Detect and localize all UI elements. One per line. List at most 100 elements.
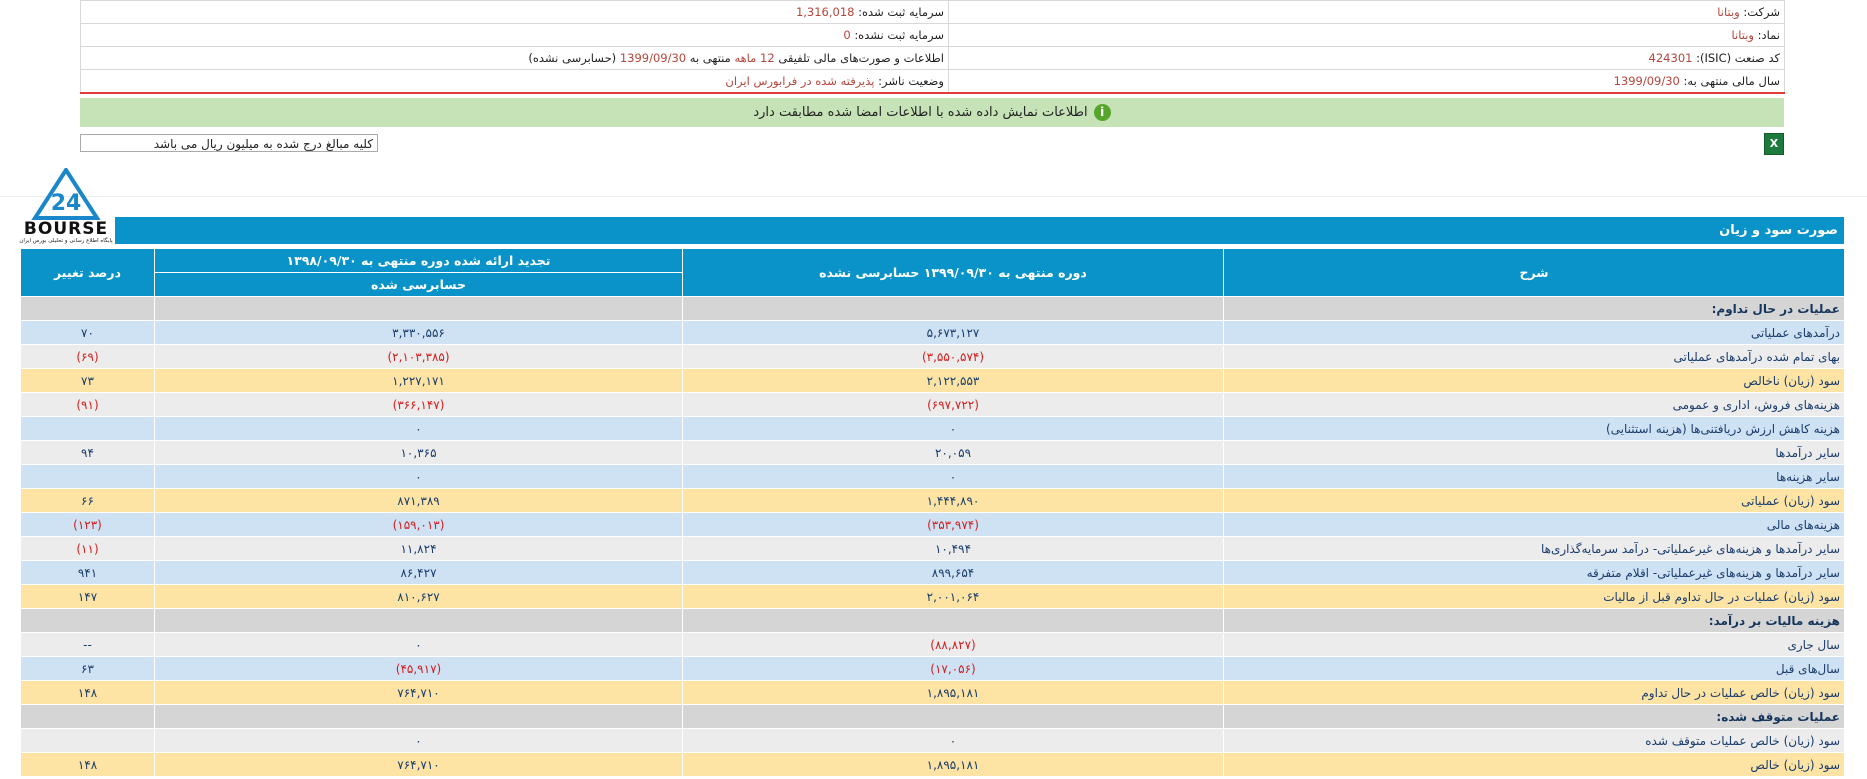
info-icon: i	[1093, 104, 1111, 121]
change-percent: ۶۶	[20, 488, 155, 513]
previous-value	[154, 296, 683, 321]
table-section-row: عملیات متوقف شده:	[20, 704, 1845, 729]
table-row: سایر درآمدها و هزینه‌های غیرعملیاتی- اقل…	[20, 560, 1845, 585]
previous-value: ۸۱۰,۶۲۷	[154, 584, 683, 609]
symbol-label: نماد:	[1757, 28, 1780, 42]
current-value	[682, 296, 1224, 321]
bourse24-logo[interactable]: 24 BOURSE پایگاه اطلاع رسانی و تحلیلی بو…	[17, 166, 115, 248]
row-label: هزینه مالیات بر درآمد:	[1223, 608, 1845, 633]
table-row: هزینه کاهش ارزش دریافتنی‌ها (هزینه استثن…	[20, 416, 1845, 441]
verification-banner: i اطلاعات نمایش داده شده با اطلاعات امضا …	[80, 98, 1784, 127]
row-label: عملیات در حال تداوم:	[1223, 296, 1845, 321]
previous-value: (۲,۱۰۳,۳۸۵)	[154, 344, 683, 369]
previous-value: ۳,۳۳۰,۵۵۶	[154, 320, 683, 345]
current-value: ۲۰,۰۵۹	[682, 440, 1224, 465]
fiscal-year-cell: سال مالی منتهی به: 1399/09/30	[948, 69, 1785, 94]
previous-value: ۱,۲۲۷,۱۷۱	[154, 368, 683, 393]
previous-value: (۱۵۹,۰۱۳)	[154, 512, 683, 537]
unregistered-capital-value: 0	[843, 28, 851, 42]
unregistered-capital-cell: سرمایه ثبت نشده: 0	[80, 23, 949, 47]
logo-number: 24	[51, 191, 82, 216]
change-percent: (۹۱)	[20, 392, 155, 417]
table-row: سایر هزینه‌ها ۰ ۰	[20, 464, 1845, 489]
logo-mark-icon: 24	[31, 166, 101, 220]
banner-text: اطلاعات نمایش داده شده با اطلاعات امضا ش…	[753, 105, 1088, 120]
excel-export-icon[interactable]: X	[1764, 133, 1784, 155]
previous-value: ۸۷۱,۳۸۹	[154, 488, 683, 513]
column-header-change: درصد تغییر	[20, 248, 155, 297]
current-value	[682, 704, 1224, 729]
previous-value: ۱۰,۳۶۵	[154, 440, 683, 465]
unregistered-capital-label: سرمایه ثبت نشده:	[854, 28, 944, 42]
change-percent	[20, 464, 155, 489]
registered-capital-value: 1,316,018	[795, 5, 855, 19]
table-row: بهای تمام شده درآمدهای عملیاتی (۳,۵۵۰,۵۷۴…	[20, 344, 1845, 369]
row-label: سود (زیان) خالص عملیات متوقف شده	[1223, 728, 1845, 753]
change-percent: (۱۱)	[20, 536, 155, 561]
change-percent: ۹۴۱	[20, 560, 155, 585]
row-label: بهای تمام شده درآمدهای عملیاتی	[1223, 344, 1845, 369]
change-percent	[20, 416, 155, 441]
publisher-status-value: پذیرفته شده در فرابورس ایران	[725, 74, 875, 88]
table-row: سود (زیان) عملیاتی ۱,۴۴۴,۸۹۰ ۸۷۱,۳۸۹ ۶۶	[20, 488, 1845, 513]
company-value: وبتانا	[1717, 5, 1740, 19]
current-value: ۱,۸۹۵,۱۸۱	[682, 680, 1224, 705]
isic-value: 424301	[1648, 51, 1693, 65]
report-date: 1399/09/30	[619, 51, 687, 65]
current-value: (۳,۵۵۰,۵۷۴)	[682, 344, 1224, 369]
row-label: سود (زیان) ناخالص	[1223, 368, 1845, 393]
report-status: (حسابرسی نشده)	[528, 51, 617, 65]
change-percent: (۱۲۳)	[20, 512, 155, 537]
report-title-cell: اطلاعات و صورت‌های مالی تلفیقی 12 ماهه م…	[80, 46, 949, 70]
fiscal-year-value: 1399/09/30	[1613, 74, 1680, 88]
unit-note: کلیه مبالغ درج شده به میلیون ریال می باش…	[80, 134, 378, 152]
table-section-row: عملیات در حال تداوم:	[20, 296, 1845, 321]
current-value: ۲,۱۲۲,۵۵۳	[682, 368, 1224, 393]
current-value: ۲,۰۰۱,۰۶۴	[682, 584, 1224, 609]
previous-value: (۳۶۶,۱۴۷)	[154, 392, 683, 417]
company-info-table: شرکت: وبتانا سرمایه ثبت شده: 1,316,018 ن…	[80, 0, 1785, 94]
fiscal-year-label: سال مالی منتهی به:	[1683, 74, 1780, 88]
publisher-status-cell: وضعیت ناشر: پذیرفته شده در فرابورس ایران	[80, 69, 949, 94]
report-title-suffix: منتهی به	[689, 51, 731, 65]
divider	[0, 196, 1867, 197]
income-statement-table: شرح دوره منتهی به ۱۳۹۹/۰۹/۳۰ حسابرسی نشد…	[20, 248, 1845, 777]
change-percent: ۶۳	[20, 656, 155, 681]
change-percent: --	[20, 632, 155, 657]
row-label: سال جاری	[1223, 632, 1845, 657]
registered-capital-label: سرمایه ثبت شده:	[858, 5, 944, 19]
table-row: سود (زیان) ناخالص ۲,۱۲۲,۵۵۳ ۱,۲۲۷,۱۷۱ ۷۳	[20, 368, 1845, 393]
change-percent: ۷۰	[20, 320, 155, 345]
previous-value: ۰	[154, 464, 683, 489]
row-label: سایر درآمدها و هزینه‌های غیرعملیاتی- اقل…	[1223, 560, 1845, 585]
current-value	[682, 608, 1224, 633]
change-percent	[20, 728, 155, 753]
current-value: ۱,۴۴۴,۸۹۰	[682, 488, 1224, 513]
company-cell: شرکت: وبتانا	[948, 0, 1785, 24]
table-row: درآمدهای عملیاتی ۵,۶۷۳,۱۲۷ ۳,۳۳۰,۵۵۶ ۷۰	[20, 320, 1845, 345]
previous-value: ۷۶۴,۷۱۰	[154, 752, 683, 777]
previous-value: ۷۶۴,۷۱۰	[154, 680, 683, 705]
change-percent: ۱۴۸	[20, 752, 155, 777]
row-label: هزینه کاهش ارزش دریافتنی‌ها (هزینه استثن…	[1223, 416, 1845, 441]
row-label: سایر درآمدها	[1223, 440, 1845, 465]
change-percent: ۱۴۸	[20, 680, 155, 705]
previous-value	[154, 608, 683, 633]
previous-value: ۰	[154, 728, 683, 753]
logo-tagline: پایگاه اطلاع رسانی و تحلیلی بورس ایران	[19, 238, 113, 244]
column-header-previous-sub: حسابرسی شده	[154, 272, 683, 297]
symbol-value[interactable]: وبتانا	[1732, 28, 1754, 42]
row-label: هزینه‌های مالی	[1223, 512, 1845, 537]
current-value: ۰	[682, 416, 1224, 441]
change-percent	[20, 296, 155, 321]
change-percent: ۱۴۷	[20, 584, 155, 609]
column-header-current: دوره منتهی به ۱۳۹۹/۰۹/۳۰ حسابرسی نشده	[682, 248, 1224, 297]
table-row: سایر درآمدها و هزینه‌های غیرعملیاتی- درآ…	[20, 536, 1845, 561]
previous-value: ۰	[154, 416, 683, 441]
change-percent	[20, 704, 155, 729]
current-value: ۵,۶۷۳,۱۲۷	[682, 320, 1224, 345]
report-title: اطلاعات و صورت‌های مالی تلفیقی	[778, 51, 944, 65]
current-value: (۱۷,۰۵۶)	[682, 656, 1224, 681]
table-row: سود (زیان) خالص عملیات در حال تداوم ۱,۸۹۵…	[20, 680, 1845, 705]
publisher-status-label: وضعیت ناشر:	[878, 74, 944, 88]
